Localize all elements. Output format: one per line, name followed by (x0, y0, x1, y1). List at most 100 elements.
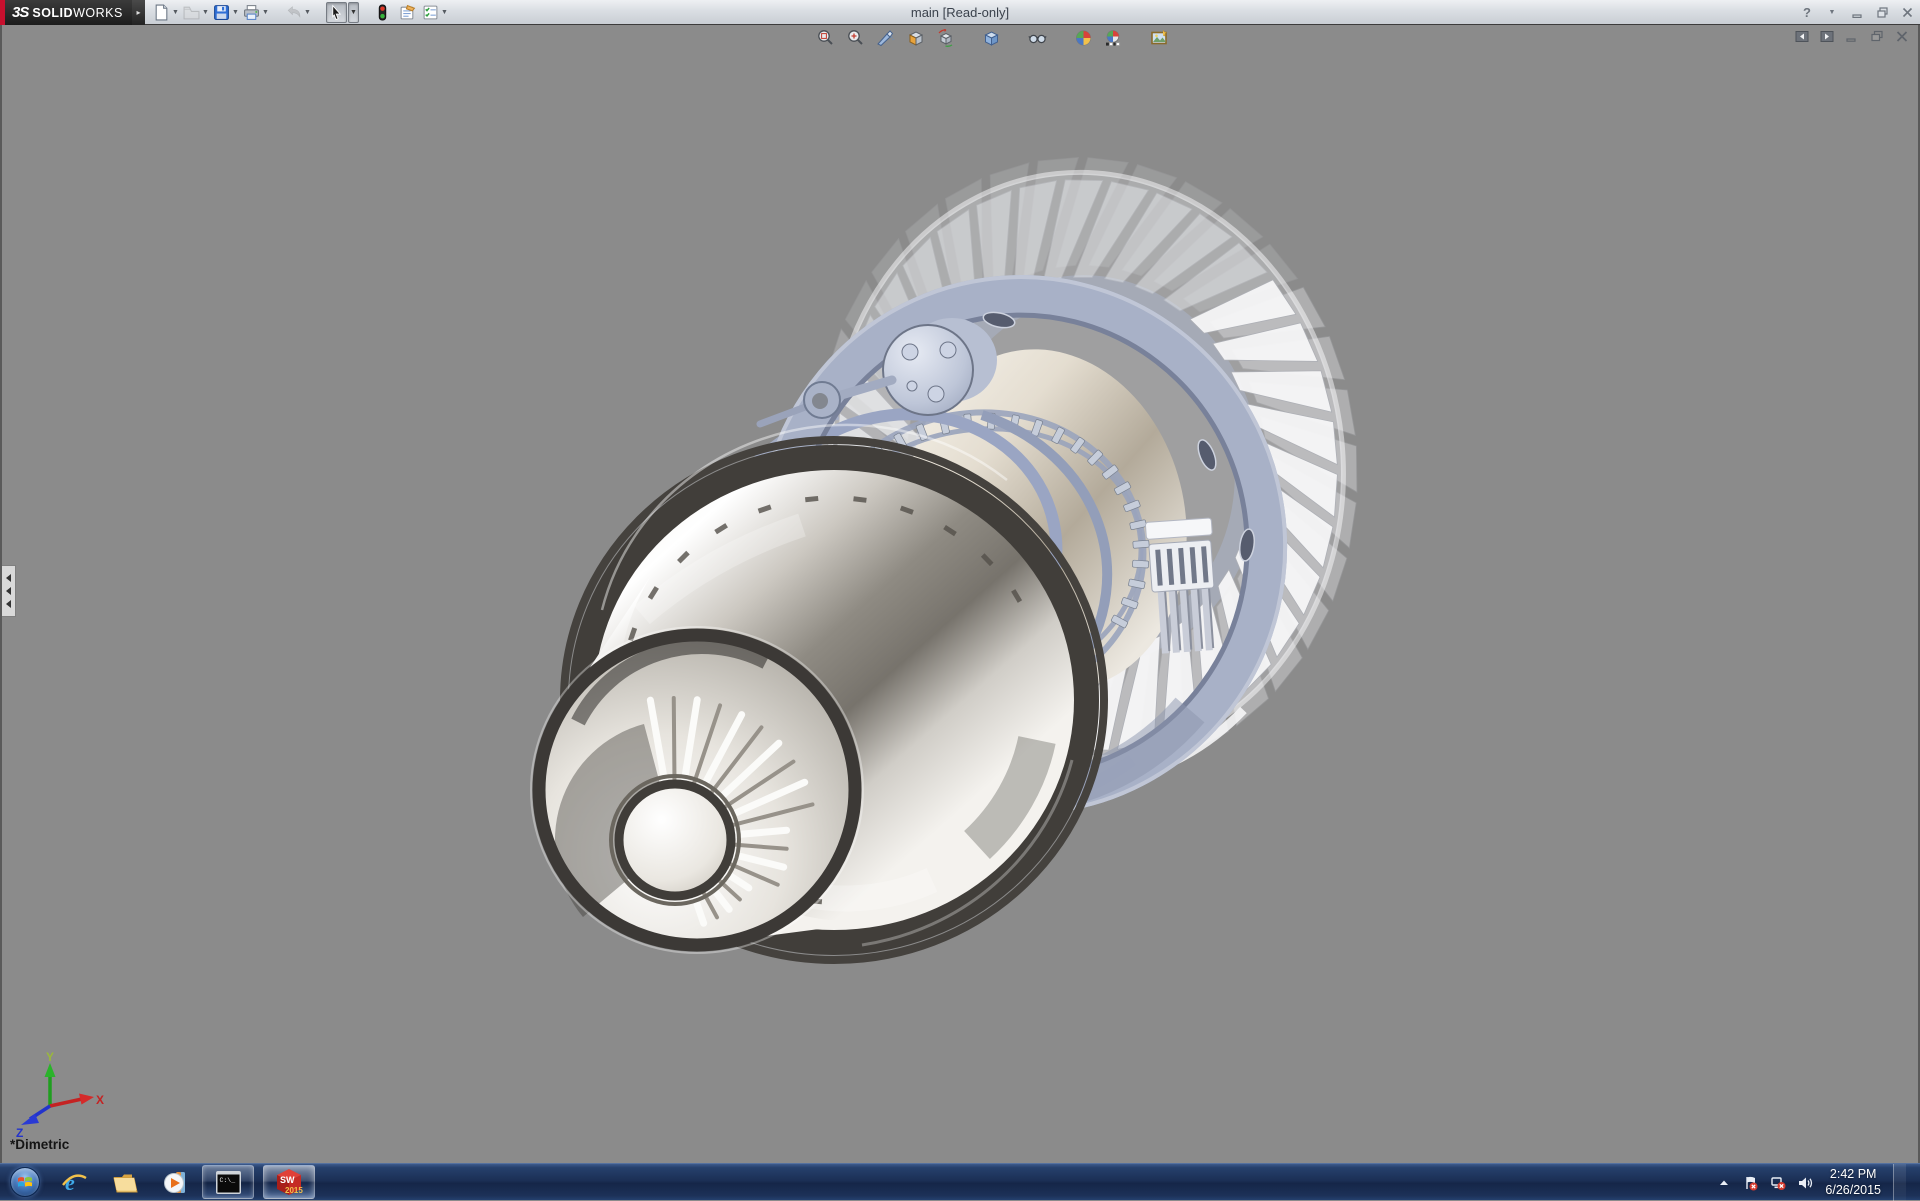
main-toolbar: ▼ ▼ ▼ ▼ ▼ ▼ ▼ (150, 0, 449, 25)
undo-dropdown[interactable]: ▼ (303, 2, 312, 23)
media-player-icon (163, 1169, 190, 1196)
rotate-view-button[interactable] (934, 28, 956, 48)
logo-text-works: WORKS (73, 6, 123, 20)
select-dropdown[interactable]: ▼ (348, 2, 359, 23)
stoplight-button[interactable] (373, 2, 392, 23)
apply-scene-button[interactable] (1102, 28, 1124, 48)
restore-doc-button[interactable] (1869, 29, 1885, 43)
action-center-icon[interactable] (1742, 1174, 1759, 1191)
options-button[interactable] (421, 2, 440, 23)
jet-engine-model (2, 25, 1920, 1163)
file-properties-icon (399, 4, 416, 21)
help-dropdown[interactable]: ▼ (1824, 5, 1840, 21)
solidworks-logo: 3S SOLIDWORKS (0, 0, 132, 25)
taskbar-windows-explorer[interactable] (108, 1165, 142, 1199)
open-dropdown[interactable]: ▼ (201, 2, 210, 23)
print-dropdown[interactable]: ▼ (261, 2, 270, 23)
view-settings-button[interactable] (1148, 28, 1170, 48)
collapse-arrow-icon (6, 587, 11, 595)
taskbar-media-player[interactable] (159, 1165, 193, 1199)
open-document-button[interactable] (182, 2, 201, 23)
network-status-icon[interactable] (1769, 1174, 1786, 1191)
file-properties-button[interactable] (398, 2, 417, 23)
rotate-view-icon (936, 29, 955, 47)
reference-triad: Y X Z (8, 1051, 108, 1137)
feature-tree-collapsed-tab[interactable] (2, 565, 16, 617)
section-view-icon (876, 29, 895, 47)
titlebar: 3S SOLIDWORKS ▸ ▼ ▼ ▼ ▼ ▼ ▼ ▼ main (0, 0, 1920, 25)
new-document-icon (153, 4, 170, 21)
system-tray: 2:42 PM 6/26/2015 (1715, 1164, 1906, 1201)
start-button[interactable] (10, 1167, 40, 1197)
print-button[interactable] (242, 2, 261, 23)
volume-icon[interactable] (1796, 1174, 1813, 1191)
new-dropdown[interactable]: ▼ (171, 2, 180, 23)
triad-z-label: Z (16, 1126, 23, 1137)
taskbar-internet-explorer[interactable]: e (57, 1165, 91, 1199)
close-button[interactable] (1899, 5, 1915, 21)
section-view-button[interactable] (874, 28, 896, 48)
sw-letters: SW (280, 1175, 295, 1185)
select-tool-button[interactable] (326, 2, 347, 23)
logo-text-solid: SOLID (32, 6, 73, 20)
print-icon (243, 4, 260, 21)
hide-show-items-button[interactable] (1026, 28, 1048, 48)
eyelet-hole (812, 393, 828, 409)
document-window-controls (1794, 29, 1910, 43)
folder-icon (112, 1169, 139, 1196)
collapse-arrow-icon (6, 574, 11, 582)
edit-appearance-icon (1074, 29, 1093, 47)
logo-red-stripe (0, 0, 5, 25)
save-icon (213, 4, 230, 21)
display-style-button[interactable] (980, 28, 1002, 48)
window-title: main [Read-only] (911, 0, 1009, 25)
headsup-view-toolbar (814, 28, 1178, 48)
triad-x-label: X (96, 1093, 104, 1107)
clock-date: 6/26/2015 (1825, 1183, 1881, 1199)
view-orientation-label: *Dimetric (10, 1137, 69, 1152)
window-controls: ? ▼ (1799, 0, 1915, 25)
zoom-to-area-button[interactable] (844, 28, 866, 48)
apply-scene-icon (1104, 29, 1123, 47)
dassault-3ds-mark: 3S (12, 4, 28, 21)
display-style-icon (982, 29, 1001, 47)
graphics-viewport[interactable]: Y X Z *Dimetric (0, 25, 1920, 1163)
save-button[interactable] (212, 2, 231, 23)
collapse-arrow-icon (6, 600, 11, 608)
select-cursor-icon (328, 4, 345, 21)
close-doc-button[interactable] (1894, 29, 1910, 43)
hide-show-items-icon (1028, 29, 1047, 47)
stoplight-icon (374, 4, 391, 21)
sw-badge: 2015 (285, 1186, 303, 1195)
zoom-to-fit-button[interactable] (814, 28, 836, 48)
restore-button[interactable] (1874, 5, 1890, 21)
view-orientation-icon (906, 29, 925, 47)
view-orientation-button[interactable] (904, 28, 926, 48)
minimize-button[interactable] (1849, 5, 1865, 21)
spinner-hub (619, 784, 731, 896)
save-dropdown[interactable]: ▼ (231, 2, 240, 23)
solidworks-2015-icon: SW 2015 (274, 1167, 304, 1197)
show-right-pane-button[interactable] (1819, 29, 1835, 43)
help-button[interactable]: ? (1799, 5, 1815, 21)
zoom-to-area-icon (846, 29, 865, 47)
open-document-icon (183, 4, 200, 21)
undo-button[interactable] (284, 2, 303, 23)
zoom-to-fit-icon (816, 29, 835, 47)
taskbar-clock[interactable]: 2:42 PM 6/26/2015 (1825, 1167, 1881, 1198)
taskbar-solidworks[interactable]: SW 2015 (263, 1165, 315, 1199)
new-document-button[interactable] (152, 2, 171, 23)
view-settings-icon (1150, 29, 1169, 47)
show-hidden-icons-button[interactable] (1715, 1174, 1732, 1191)
minimize-doc-button[interactable] (1844, 29, 1860, 43)
show-desktop-button[interactable] (1893, 1164, 1906, 1201)
options-dropdown[interactable]: ▼ (440, 2, 449, 23)
command-prompt-icon: C:\_ (215, 1170, 242, 1195)
menu-expand-arrow[interactable]: ▸ (132, 0, 145, 25)
options-icon (422, 4, 439, 21)
taskbar-command-prompt[interactable]: C:\_ (202, 1165, 254, 1199)
cmd-label: C:\_ (219, 1177, 235, 1184)
undo-icon (285, 4, 302, 21)
show-left-pane-button[interactable] (1794, 29, 1810, 43)
edit-appearance-button[interactable] (1072, 28, 1094, 48)
